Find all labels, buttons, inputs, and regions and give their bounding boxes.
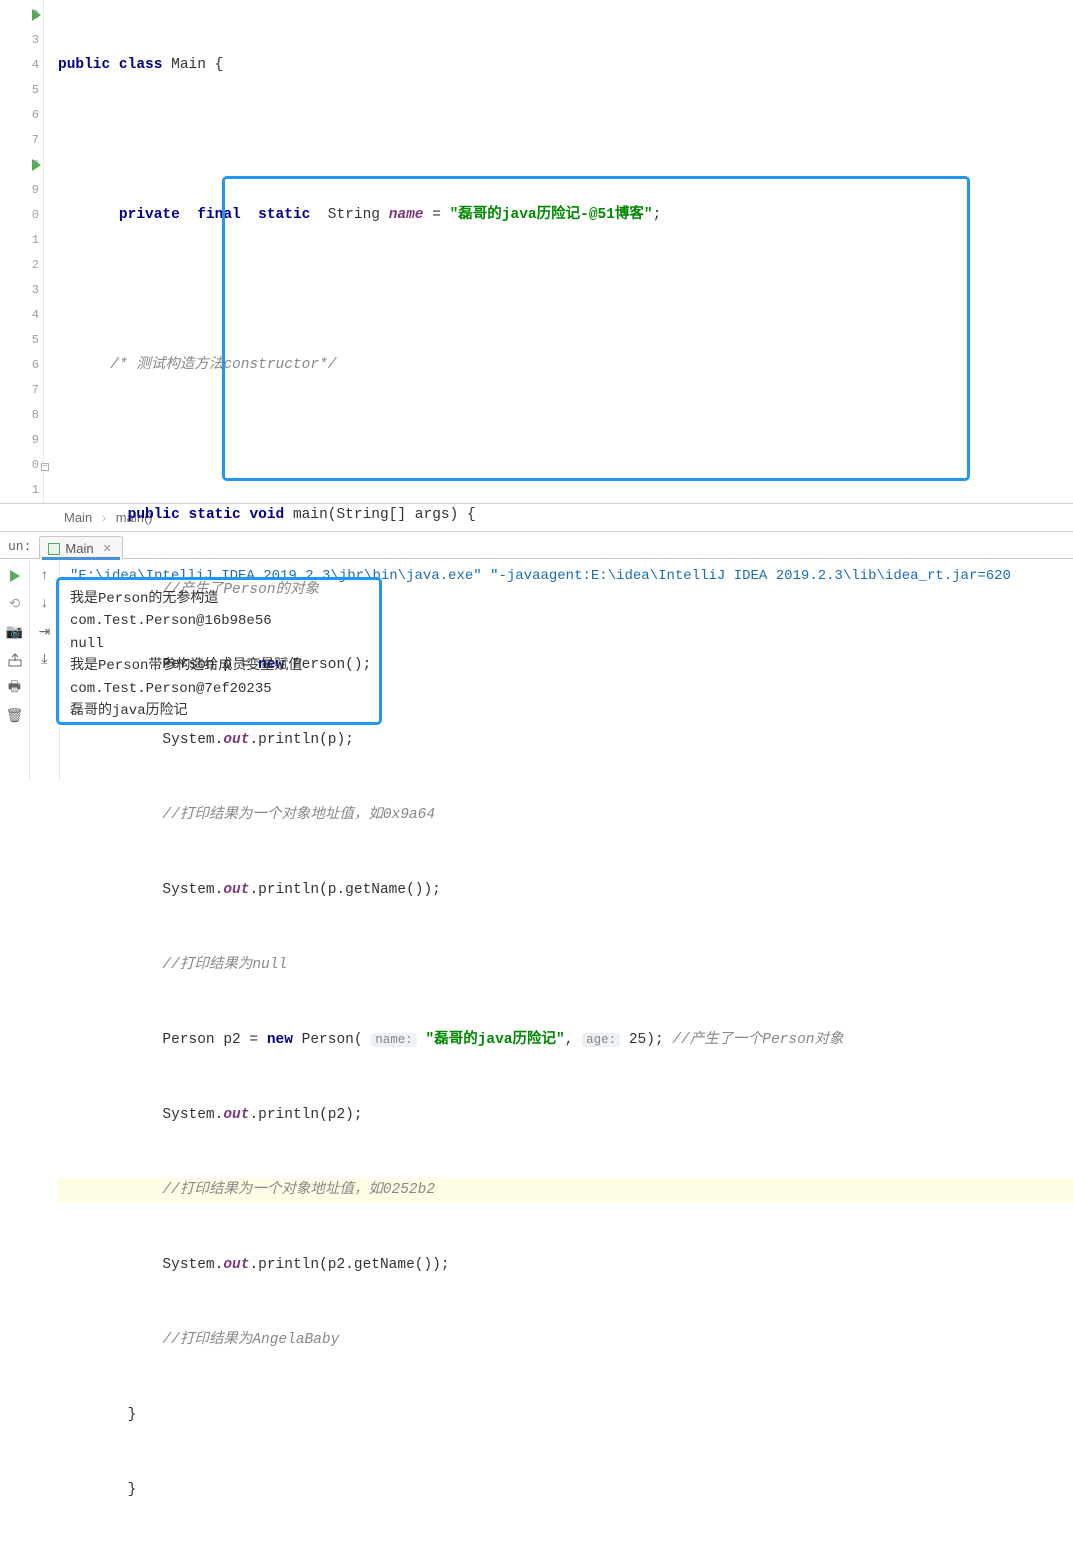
down-arrow-icon[interactable]: ↓ [36, 595, 54, 613]
console-output[interactable]: "E:\idea\IntelliJ IDEA 2019.2.3\jbr\bin\… [60, 559, 1073, 781]
print-icon[interactable]: 🖶 [6, 679, 24, 697]
console-command-line: "E:\idea\IntelliJ IDEA 2019.2.3\jbr\bin\… [70, 565, 1073, 588]
run-tab-label: Main [65, 541, 93, 556]
console-line: 我是Person带参构造给成员变量赋值 [70, 655, 1073, 678]
code-editor[interactable]: public class Main { private final static… [44, 0, 1073, 503]
console-line: com.Test.Person@7ef20235 [70, 678, 1073, 701]
camera-icon[interactable]: 📷 [6, 623, 24, 641]
console-line: com.Test.Person@16b98e56 [70, 610, 1073, 633]
application-icon [48, 543, 60, 555]
trash-icon[interactable]: 🗑 [6, 707, 24, 725]
run-toolbar-inner: ↑ ↓ ⇥ ⤓ [30, 559, 60, 781]
parameter-hint: age: [582, 1033, 620, 1047]
debug-icon[interactable]: ⟲ [6, 595, 24, 613]
line-number-gutter: 2 3 4 5 6 7 8 9 0 1 2 3 4 5 6 7 8 9 0− 1 [0, 0, 44, 503]
run-gutter-icon[interactable] [32, 159, 41, 171]
run-gutter-icon[interactable] [32, 9, 41, 21]
export-icon[interactable] [6, 651, 24, 669]
console-line: null [70, 633, 1073, 656]
run-panel-label: un: [2, 539, 39, 558]
soft-wrap-icon[interactable]: ⇥ [36, 623, 54, 641]
run-icon[interactable] [6, 567, 24, 585]
close-icon[interactable]: ✕ [103, 542, 112, 555]
parameter-hint: name: [371, 1033, 417, 1047]
console-line: 我是Person的无参构造 [70, 588, 1073, 611]
run-toolbar-left: ⟲ 📷 🖶 🗑 [0, 559, 30, 781]
scroll-to-end-icon[interactable]: ⤓ [36, 651, 54, 669]
console-line: 磊哥的java历险记 [70, 700, 1073, 723]
up-arrow-icon[interactable]: ↑ [36, 567, 54, 585]
run-tab[interactable]: Main ✕ [39, 536, 122, 559]
